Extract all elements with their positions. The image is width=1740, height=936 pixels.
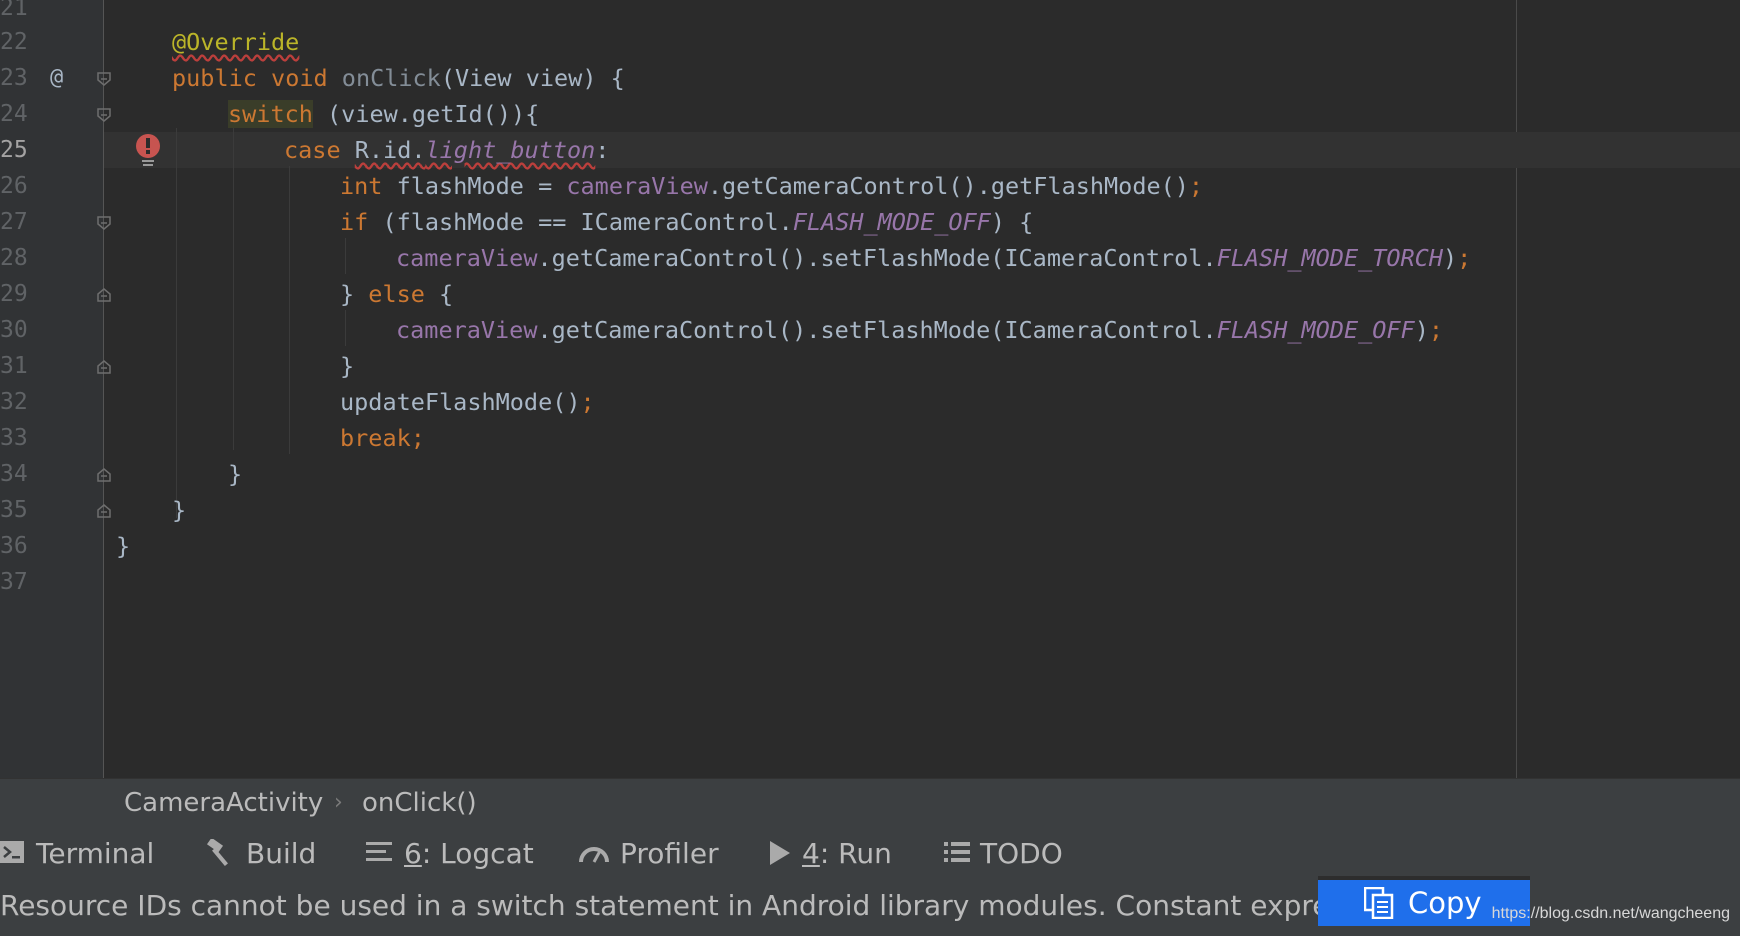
fold-end-icon[interactable]: [97, 504, 111, 518]
tool-window-label: 6: Logcat: [404, 836, 534, 870]
code-line[interactable]: 21: [0, 0, 1740, 26]
fold-end-icon[interactable]: [97, 468, 111, 482]
code-line[interactable]: 35 }: [0, 492, 1740, 528]
code-line[interactable]: 32 updateFlashMode();: [0, 384, 1740, 420]
line-number: 24: [0, 101, 28, 127]
tool-window-label: Terminal: [36, 836, 155, 870]
tool-window-label: 4: Run: [802, 836, 892, 870]
breadcrumb-method[interactable]: onClick(): [362, 779, 477, 827]
breadcrumb: CameraActivity › onClick(): [0, 778, 1740, 826]
code-text: }: [172, 496, 187, 524]
tool-window-logcat[interactable]: 6: Logcat: [366, 826, 534, 880]
line-number: 32: [0, 389, 28, 415]
code-line[interactable]: 36 }: [0, 528, 1740, 564]
fold-open-icon[interactable]: [97, 108, 111, 122]
line-number: 29: [0, 281, 28, 307]
line-number: 37: [0, 569, 28, 595]
line-number: 26: [0, 173, 28, 199]
fold-end-icon[interactable]: [97, 360, 111, 374]
code-text: public void onClick(View view) {: [172, 64, 625, 92]
tool-window-label: Build: [246, 836, 317, 870]
error-bulb-icon[interactable]: [134, 134, 162, 172]
code-line-current[interactable]: 25 case R.id.light_button:: [0, 132, 1740, 168]
code-text: if (flashMode == ICameraControl.FLASH_MO…: [340, 208, 1034, 236]
line-number: 22: [0, 29, 28, 55]
terminal-icon: [0, 841, 24, 863]
line-number: 25: [0, 137, 28, 163]
status-message[interactable]: Resource IDs cannot be used in a switch …: [0, 880, 1382, 932]
tool-window-bar: Terminal Build 6: Logcat Profiler 4: Run…: [0, 826, 1740, 880]
profiler-gauge-icon: [579, 847, 609, 863]
code-line[interactable]: 24 switch (view.getId()){: [0, 96, 1740, 132]
code-line[interactable]: 26 int flashMode = cameraView.getCameraC…: [0, 168, 1740, 204]
code-line[interactable]: 31 }: [0, 348, 1740, 384]
tool-window-todo[interactable]: TODO: [944, 826, 1063, 880]
code-line[interactable]: 37: [0, 564, 1740, 600]
code-text: break;: [340, 424, 425, 452]
tool-window-profiler[interactable]: Profiler: [578, 826, 719, 880]
tool-window-label: TODO: [980, 836, 1063, 870]
code-line[interactable]: 33 break;: [0, 420, 1740, 456]
line-number: 36: [0, 533, 28, 559]
line-number: 33: [0, 425, 28, 451]
code-text: cameraView.getCameraControl().setFlashMo…: [396, 316, 1443, 344]
run-play-icon: [770, 841, 790, 865]
todo-list-icon: [944, 842, 970, 862]
logcat-icon: [366, 842, 392, 861]
breadcrumb-class[interactable]: CameraActivity: [124, 779, 323, 827]
code-line[interactable]: 22 @Override: [0, 24, 1740, 60]
code-line[interactable]: 29 } else {: [0, 276, 1740, 312]
code-text: int flashMode = cameraView.getCameraCont…: [340, 172, 1204, 200]
code-line[interactable]: 30 cameraView.getCameraControl().setFlas…: [0, 312, 1740, 348]
code-line[interactable]: 27 if (flashMode == ICameraControl.FLASH…: [0, 204, 1740, 240]
copy-icon: [1364, 887, 1394, 919]
line-number: 35: [0, 497, 28, 523]
override-marker-icon[interactable]: @: [50, 60, 63, 96]
line-number: 27: [0, 209, 28, 235]
line-number: 31: [0, 353, 28, 379]
watermark-url: https://blog.csdn.net/wangcheeng: [1491, 905, 1730, 922]
code-text: cameraView.getCameraControl().setFlashMo…: [396, 244, 1472, 272]
code-text: @Override: [172, 28, 300, 56]
code-line[interactable]: 34 }: [0, 456, 1740, 492]
code-text: } else {: [340, 280, 454, 308]
line-number: 28: [0, 245, 28, 271]
breadcrumb-separator: ›: [334, 790, 343, 815]
line-number: 30: [0, 317, 28, 343]
line-number: 34: [0, 461, 28, 487]
code-text: switch (view.getId()){: [228, 100, 540, 128]
tool-window-build[interactable]: Build: [206, 826, 316, 880]
code-text: }: [340, 352, 355, 380]
fold-end-icon[interactable]: [97, 288, 111, 302]
fold-open-icon[interactable]: [97, 72, 111, 86]
line-number: 23: [0, 65, 28, 91]
line-number: 21: [0, 0, 28, 21]
copy-button-label: Copy: [1408, 886, 1482, 920]
code-editor[interactable]: 21 22 @Override 23 @ public void onClick…: [0, 0, 1740, 778]
fold-open-icon[interactable]: [97, 216, 111, 230]
tool-window-run[interactable]: 4: Run: [768, 826, 892, 880]
code-line[interactable]: 28 cameraView.getCameraControl().setFlas…: [0, 240, 1740, 276]
hammer-icon: [206, 839, 228, 866]
tool-window-terminal[interactable]: Terminal: [0, 826, 154, 880]
code-text: case R.id.light_button:: [284, 136, 610, 164]
code-text: updateFlashMode();: [340, 388, 595, 416]
code-line[interactable]: 23 @ public void onClick(View view) {: [0, 60, 1740, 96]
code-text: }: [228, 460, 243, 488]
code-text: }: [116, 532, 131, 560]
tool-window-label: Profiler: [620, 836, 719, 870]
